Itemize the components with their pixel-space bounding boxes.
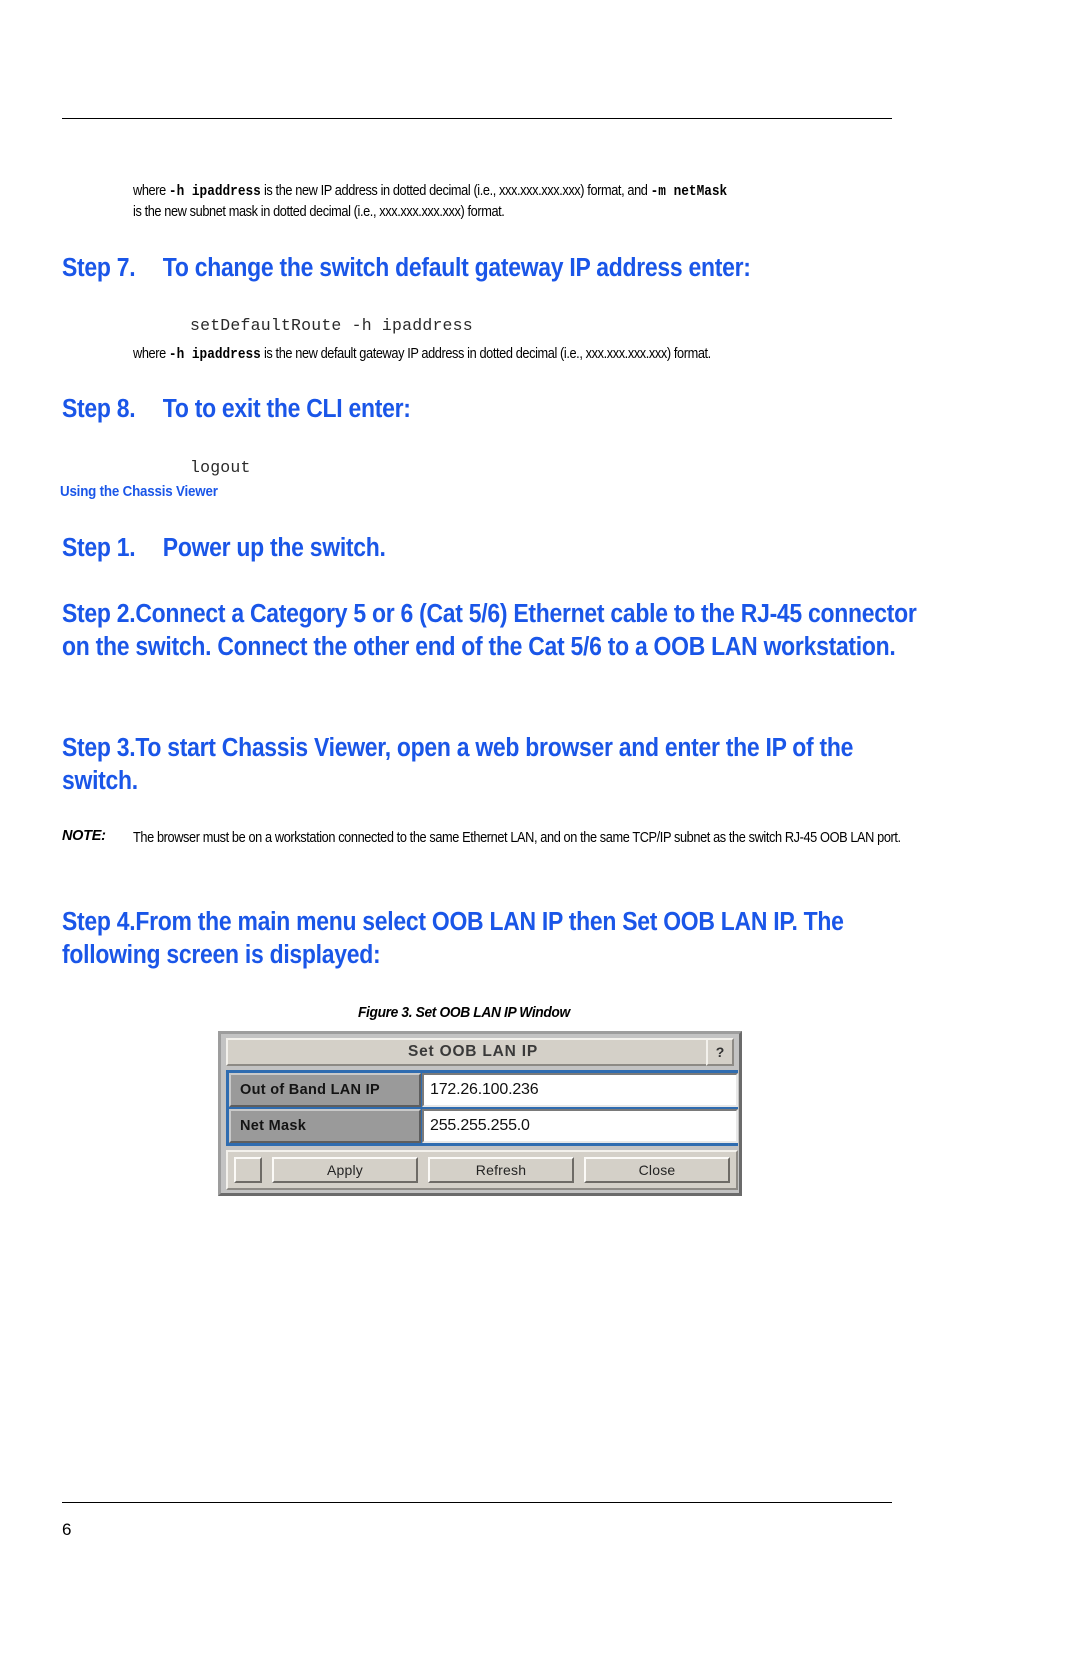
refresh-button[interactable]: Refresh — [428, 1157, 574, 1183]
input-out-of-band-lan-ip[interactable]: 172.26.100.236 — [422, 1073, 738, 1107]
intro-line1-mono1: -h ipaddress — [168, 184, 261, 200]
step-4-heading: Step 4.From the main menu select OOB LAN… — [62, 906, 926, 972]
step-7-code: setDefaultRoute -h ipaddress — [190, 316, 473, 335]
intro-line1-mono2: -m netMask — [650, 184, 728, 200]
step-1-heading: Step 1. Power up the switch. — [62, 532, 944, 565]
dialog-title: Set OOB LAN IP — [407, 1043, 539, 1060]
intro-line2: is the new subnet mask in dotted decimal… — [133, 204, 505, 220]
step-7-heading: Step 7. To change the switch default gate… — [62, 252, 944, 285]
step-8-title: To to exit the CLI enter: — [162, 395, 411, 423]
step-7-note-mono: -h ipaddress — [168, 347, 261, 363]
field-row-net-mask: Net Mask 255.255.255.0 — [229, 1109, 738, 1143]
note-text: The browser must be on a workstation con… — [133, 830, 901, 846]
intro-paragraph: where -h ipaddress is the new IP address… — [133, 181, 978, 222]
label-out-of-band-lan-ip: Out of Band LAN IP — [229, 1073, 421, 1107]
intro-line1-pre: where — [133, 183, 169, 199]
label-net-mask: Net Mask — [229, 1109, 421, 1143]
step-1-number: Step 1. — [62, 534, 136, 562]
apply-button[interactable]: Apply — [272, 1157, 418, 1183]
step-8-heading: Step 8. To to exit the CLI enter: — [62, 393, 944, 426]
step-8-code: logout — [190, 458, 251, 477]
dialog-button-bar: Apply Refresh Close — [226, 1150, 738, 1190]
step-4-number: Step 4. — [62, 908, 136, 936]
field-row-oob-lan-ip: Out of Band LAN IP 172.26.100.236 — [229, 1073, 738, 1107]
step-2-number: Step 2. — [62, 600, 136, 628]
document-page: where -h ipaddress is the new IP address… — [0, 0, 1080, 1669]
step-2-title: Connect a Category 5 or 6 (Cat 5/6) Ethe… — [62, 600, 917, 661]
step-7-title: To change the switch default gateway IP … — [162, 254, 751, 282]
step-1-title: Power up the switch. — [162, 534, 386, 562]
section-heading-chassis-viewer: Using the Chassis Viewer — [60, 484, 218, 500]
step-3-number: Step 3. — [62, 734, 136, 762]
note-label: NOTE: — [62, 828, 106, 844]
header-rule — [62, 118, 892, 119]
help-icon[interactable]: ? — [706, 1038, 734, 1066]
button-bar-spacer — [234, 1157, 262, 1183]
page-number: 6 — [62, 1520, 72, 1539]
set-oob-lan-ip-dialog: Set OOB LAN IP ? Out of Band LAN IP 172.… — [218, 1031, 742, 1196]
step-7-note-pre: where — [133, 346, 169, 362]
step-2-heading: Step 2.Connect a Category 5 or 6 (Cat 5/… — [62, 598, 926, 664]
step-7-number: Step 7. — [62, 254, 136, 282]
figure-caption: Figure 3. Set OOB LAN IP Window — [358, 1004, 570, 1021]
step-3-heading: Step 3.To start Chassis Viewer, open a w… — [62, 732, 926, 798]
step-3-title: To start Chassis Viewer, open a web brow… — [62, 734, 854, 795]
dialog-titlebar: Set OOB LAN IP — [226, 1038, 720, 1066]
step-4-title: From the main menu select OOB LAN IP the… — [62, 908, 844, 969]
dialog-fields: Out of Band LAN IP 172.26.100.236 Net Ma… — [226, 1070, 738, 1146]
close-button[interactable]: Close — [584, 1157, 730, 1183]
input-net-mask[interactable]: 255.255.255.0 — [422, 1109, 738, 1143]
intro-line1-mid: is the new IP address in dotted decimal … — [260, 183, 651, 199]
step-8-number: Step 8. — [62, 395, 136, 423]
step-7-note-post: is the new default gateway IP address in… — [260, 346, 711, 362]
step-7-note: where -h ipaddress is the new default ga… — [133, 344, 978, 365]
footer-rule — [62, 1502, 892, 1503]
